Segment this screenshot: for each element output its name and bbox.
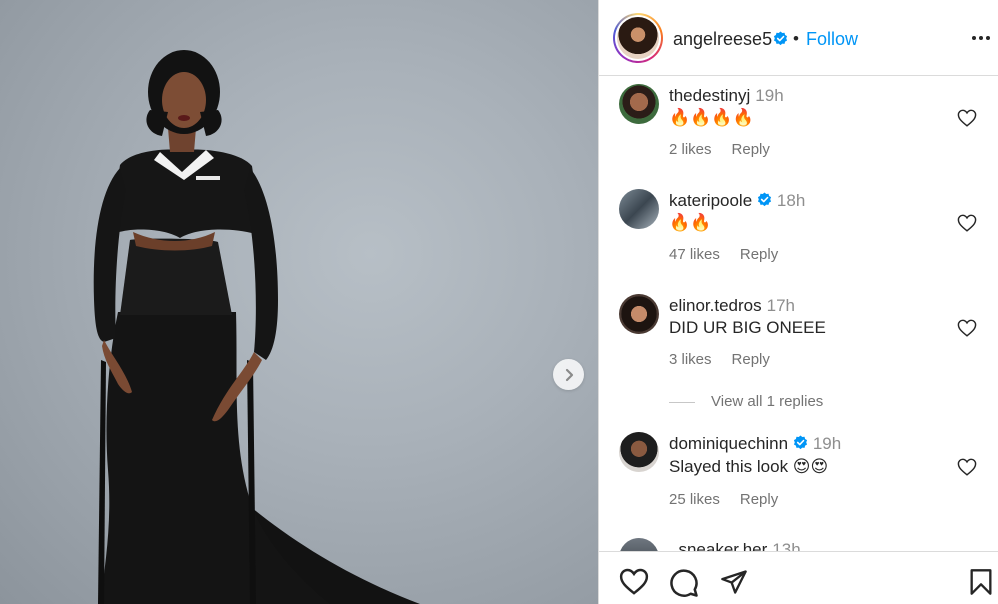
post-sidebar: angelreese5 • Follow thedestinyj 19h 🔥🔥🔥🔥… <box>599 0 998 604</box>
comment-reply-button[interactable]: Reply <box>732 351 770 368</box>
heart-outline-icon[interactable] <box>957 319 977 337</box>
heart-outline-icon[interactable] <box>957 458 977 476</box>
comment-avatar[interactable] <box>619 84 659 124</box>
header-separator: • <box>793 29 799 48</box>
heart-outline-icon[interactable] <box>957 214 977 232</box>
verified-badge-icon <box>773 31 788 46</box>
comment-likes[interactable]: 2 likes <box>669 141 712 158</box>
comment-reply-button[interactable]: Reply <box>740 491 778 508</box>
author-username[interactable]: angelreese5 <box>673 29 772 50</box>
author-avatar[interactable] <box>613 13 663 63</box>
comment-avatar[interactable] <box>619 189 659 229</box>
comment-username[interactable]: dominiquechinn <box>669 434 788 453</box>
comment-text: 🔥🔥🔥🔥 <box>669 108 754 127</box>
verified-badge-icon <box>757 192 771 207</box>
comment-time: 19h <box>755 86 784 105</box>
view-replies-button[interactable]: View all 1 replies <box>669 393 823 410</box>
next-media-button[interactable] <box>553 359 584 390</box>
replies-divider-line <box>669 401 695 403</box>
comment-likes[interactable]: 47 likes <box>669 246 720 263</box>
comment-likes[interactable]: 3 likes <box>669 351 712 368</box>
comment-time: 13h <box>772 540 801 551</box>
comment-username[interactable]: kateripoole <box>669 191 752 210</box>
comment-text: DID UR BIG ONEEE <box>669 318 826 337</box>
post-action-bar <box>599 551 998 604</box>
comment-time: 19h <box>812 434 842 453</box>
heart-outline-icon[interactable] <box>619 568 649 595</box>
comments-list[interactable]: thedestinyj 19h 🔥🔥🔥🔥 2 likes Reply katerip… <box>599 77 998 551</box>
comment-avatar[interactable] <box>619 538 659 551</box>
comment-text: Slayed this look 😍😍 <box>669 457 829 476</box>
comment-avatar[interactable] <box>619 432 659 472</box>
comment-username[interactable]: _sneaker.her <box>669 540 767 551</box>
verified-badge-icon <box>793 435 807 450</box>
bookmark-icon[interactable] <box>969 568 993 596</box>
comment-likes[interactable]: 25 likes <box>669 491 720 508</box>
comment-time: 17h <box>766 296 795 315</box>
comment-username[interactable]: thedestinyj <box>669 86 750 105</box>
comment-reply-button[interactable]: Reply <box>732 141 770 158</box>
comment-bubble-icon[interactable] <box>669 568 699 598</box>
paper-plane-icon[interactable] <box>720 568 748 596</box>
comment-reply-button[interactable]: Reply <box>740 246 778 263</box>
comment-username[interactable]: elinor.tedros <box>669 296 762 315</box>
post-media <box>0 0 598 604</box>
follow-button[interactable]: Follow <box>806 29 858 50</box>
view-replies-label: View all 1 replies <box>711 393 824 410</box>
chevron-right-icon <box>565 368 573 381</box>
post-photo <box>93 50 420 604</box>
comment-avatar[interactable] <box>619 294 659 334</box>
heart-outline-icon[interactable] <box>957 109 977 127</box>
comment-text: 🔥🔥 <box>669 213 712 232</box>
comment-time: 18h <box>776 191 806 210</box>
more-horizontal-icon[interactable] <box>971 28 991 48</box>
post-header: angelreese5 • Follow <box>599 0 998 76</box>
